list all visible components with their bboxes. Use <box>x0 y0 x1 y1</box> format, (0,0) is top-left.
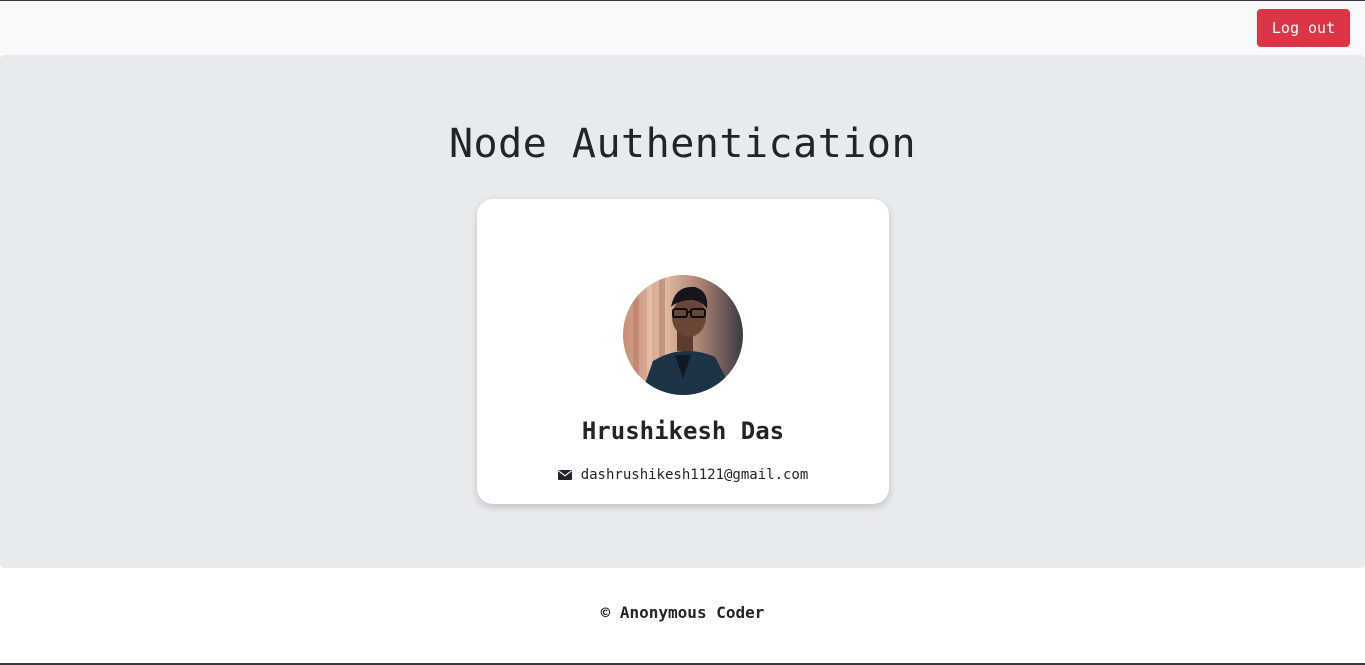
email-row: dashrushikesh1121@gmail.com <box>477 467 889 483</box>
profile-email: dashrushikesh1121@gmail.com <box>580 467 809 483</box>
footer: © Anonymous Coder <box>0 568 1365 663</box>
envelope-icon <box>557 469 572 481</box>
jumbotron: Node Authentication Hrushikesh Das dashr… <box>0 55 1365 568</box>
footer-copyright: © Anonymous Coder <box>600 603 765 622</box>
profile-card: Hrushikesh Das dashrushikesh1121@gmail.c… <box>477 199 889 504</box>
page-title: Node Authentication <box>448 121 917 167</box>
logout-button[interactable]: Log out <box>1257 9 1350 47</box>
navbar: Log out <box>0 1 1365 55</box>
profile-name: Hrushikesh Das <box>581 417 785 445</box>
avatar <box>623 275 743 395</box>
